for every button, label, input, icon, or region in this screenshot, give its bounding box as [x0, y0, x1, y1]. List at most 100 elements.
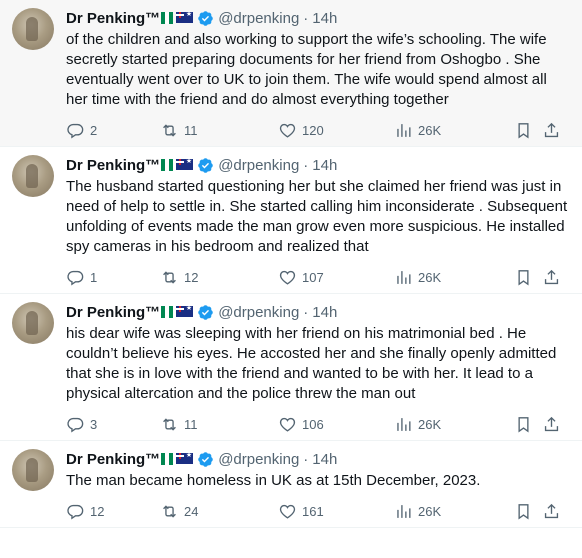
view-count: 26K	[418, 503, 442, 519]
repost-icon	[163, 270, 176, 284]
timestamp[interactable]: 14h	[312, 451, 337, 468]
separator-dot: ·	[303, 156, 309, 174]
tweet-text: The man became homeless in UK as at 15th…	[66, 472, 481, 489]
views-chart-icon	[397, 123, 411, 137]
bookmark-button[interactable]	[514, 268, 542, 287]
tweet[interactable]: Dr Penking™ @drpenking · 14h of the chil…	[0, 0, 582, 147]
avatar[interactable]	[12, 302, 54, 344]
reply-button[interactable]: 2	[66, 121, 160, 140]
view-count: 26K	[418, 416, 442, 432]
views-button[interactable]: 26K	[394, 502, 514, 521]
share-button[interactable]	[542, 415, 562, 434]
avatar[interactable]	[12, 449, 54, 491]
bookmark-button[interactable]	[514, 415, 542, 434]
share-button[interactable]	[542, 268, 562, 287]
separator-dot: ·	[303, 9, 309, 27]
verified-badge-icon	[198, 10, 213, 26]
timestamp[interactable]: 14h	[312, 10, 337, 27]
australia-flag-icon	[176, 157, 194, 170]
heart-icon	[279, 417, 296, 432]
reply-icon	[67, 504, 84, 519]
share-button[interactable]	[542, 502, 562, 521]
like-button[interactable]: 161	[278, 502, 394, 521]
reply-count: 2	[90, 122, 98, 138]
repost-count: 24	[184, 503, 199, 519]
reply-icon	[67, 270, 84, 285]
repost-button[interactable]: 11	[160, 121, 278, 140]
nigeria-flag-icon	[161, 158, 174, 171]
bookmark-icon	[518, 416, 529, 433]
action-bar: 1 12 107 26K	[66, 261, 572, 293]
action-bar: 3 11 106 26K	[66, 408, 572, 440]
author-name[interactable]: Dr Penking™	[66, 451, 160, 468]
author-name[interactable]: Dr Penking™	[66, 157, 160, 174]
reply-button[interactable]: 3	[66, 415, 160, 434]
avatar[interactable]	[12, 155, 54, 197]
timestamp[interactable]: 14h	[312, 157, 337, 174]
reply-icon	[67, 417, 84, 432]
views-button[interactable]: 26K	[394, 415, 514, 434]
reply-count: 3	[90, 416, 98, 432]
reply-count: 12	[90, 503, 105, 519]
timeline: Dr Penking™ @drpenking · 14h of the chil…	[0, 0, 582, 528]
repost-button[interactable]: 11	[160, 415, 278, 434]
bookmark-button[interactable]	[514, 502, 542, 521]
views-chart-icon	[397, 504, 411, 518]
view-count: 26K	[418, 122, 442, 138]
heart-icon	[279, 270, 296, 285]
verified-badge-icon	[198, 304, 213, 320]
author-name[interactable]: Dr Penking™	[66, 304, 160, 321]
views-button[interactable]: 26K	[394, 268, 514, 287]
verified-badge-icon	[198, 157, 213, 173]
like-button[interactable]: 106	[278, 415, 394, 434]
author-handle[interactable]: @drpenking	[218, 451, 299, 468]
repost-button[interactable]: 12	[160, 268, 278, 287]
tweet[interactable]: Dr Penking™ @drpenking · 14h The man bec…	[0, 441, 582, 528]
nigeria-flag-icon	[161, 452, 174, 465]
action-bar: 2 11 120 26K	[66, 114, 572, 146]
tweet[interactable]: Dr Penking™ @drpenking · 14h his dear wi…	[0, 294, 582, 441]
timestamp[interactable]: 14h	[312, 304, 337, 321]
like-count: 120	[302, 122, 324, 138]
view-count: 26K	[418, 269, 442, 285]
heart-icon	[279, 504, 296, 519]
separator-dot: ·	[303, 450, 309, 468]
tweet-header: Dr Penking™ @drpenking · 14h	[66, 155, 572, 175]
tweet-text: of the children and also working to supp…	[66, 31, 547, 108]
nigeria-flag-icon	[161, 305, 174, 318]
repost-count: 12	[184, 269, 199, 285]
repost-button[interactable]: 24	[160, 502, 278, 521]
reply-count: 1	[90, 269, 98, 285]
repost-icon	[163, 417, 176, 431]
repost-count: 11	[184, 122, 198, 138]
tweet-header: Dr Penking™ @drpenking · 14h	[66, 449, 572, 469]
reply-button[interactable]: 1	[66, 268, 160, 287]
avatar[interactable]	[12, 8, 54, 50]
nigeria-flag-icon	[161, 11, 174, 24]
share-button[interactable]	[542, 121, 562, 140]
repost-icon	[163, 504, 176, 518]
action-bar: 12 24 161 26K	[66, 495, 572, 527]
bookmark-icon	[518, 503, 529, 520]
reply-button[interactable]: 12	[66, 502, 160, 521]
share-icon	[544, 122, 559, 137]
verified-badge-icon	[198, 451, 213, 467]
australia-flag-icon	[176, 304, 194, 317]
author-handle[interactable]: @drpenking	[218, 10, 299, 27]
repost-icon	[163, 123, 176, 137]
views-chart-icon	[397, 417, 411, 431]
author-handle[interactable]: @drpenking	[218, 157, 299, 174]
views-button[interactable]: 26K	[394, 121, 514, 140]
tweet[interactable]: Dr Penking™ @drpenking · 14h The husband…	[0, 147, 582, 294]
like-button[interactable]: 107	[278, 268, 394, 287]
bookmark-icon	[518, 269, 529, 286]
repost-count: 11	[184, 416, 198, 432]
bookmark-button[interactable]	[514, 121, 542, 140]
tweet-header: Dr Penking™ @drpenking · 14h	[66, 302, 572, 322]
like-count: 107	[302, 269, 324, 285]
author-handle[interactable]: @drpenking	[218, 304, 299, 321]
like-button[interactable]: 120	[278, 121, 394, 140]
author-name[interactable]: Dr Penking™	[66, 10, 160, 27]
australia-flag-icon	[176, 451, 194, 464]
bookmark-icon	[518, 122, 529, 139]
